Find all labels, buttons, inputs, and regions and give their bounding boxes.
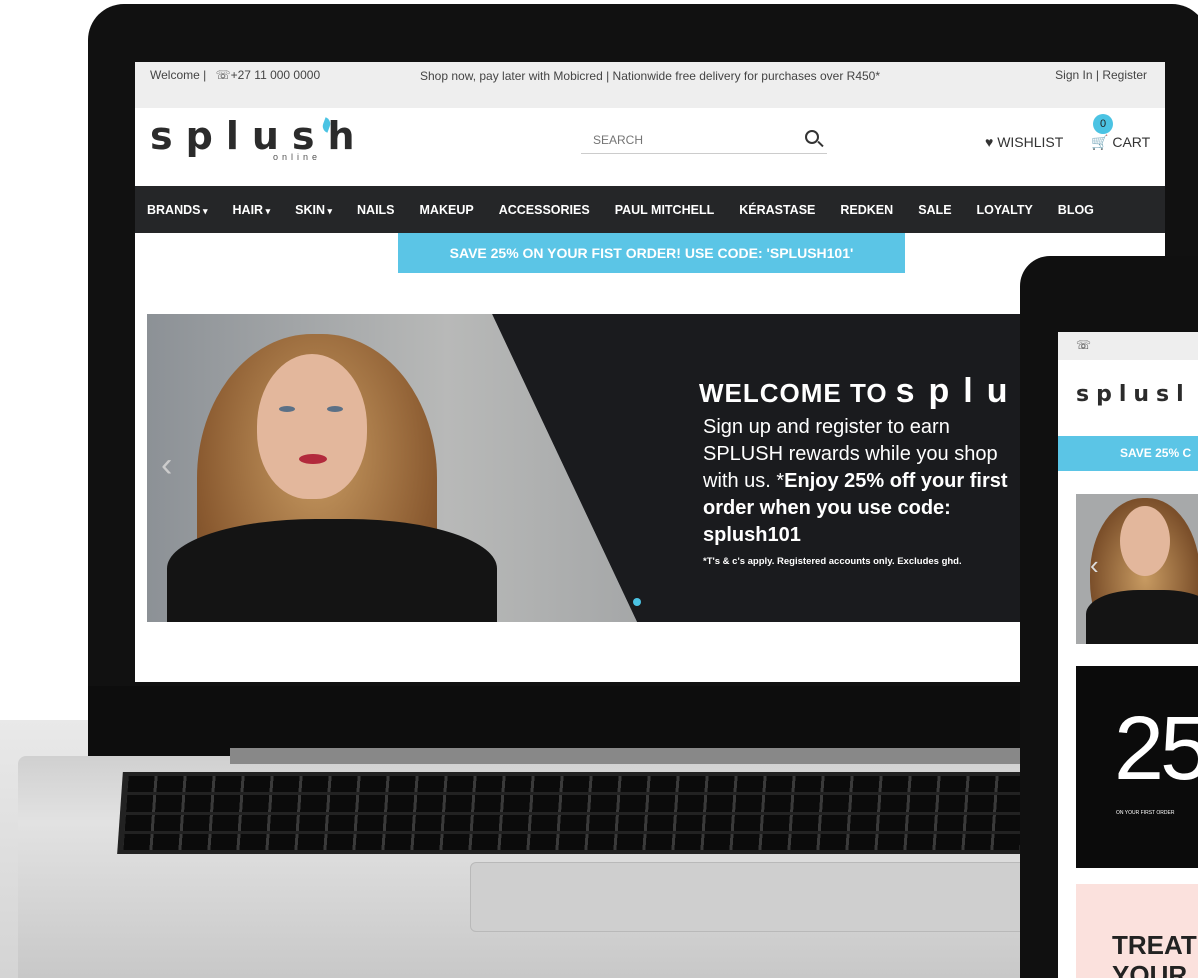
utility-bar: Welcome | ☏+27 11 000 0000 Shop now, pay… (135, 62, 1165, 108)
laptop-screen: Welcome | ☏+27 11 000 0000 Shop now, pay… (135, 62, 1165, 682)
nav-item-brands[interactable]: BRANDS (147, 203, 208, 217)
promo-banner[interactable]: SAVE 25% ON YOUR FIST ORDER! USE CODE: '… (398, 233, 905, 273)
tablet-screen: ☏ splusl SAVE 25% C ‹ 25 ON YOUR FIRST O… (1058, 332, 1198, 978)
phone-number[interactable]: ☏+27 11 000 0000 (216, 68, 321, 82)
topbar-left: Welcome | ☏+27 11 000 0000 (150, 68, 320, 82)
logo-subtitle: online (273, 152, 322, 162)
nav-item-redken[interactable]: REDKEN (840, 203, 893, 217)
tablet-carousel-prev-arrow[interactable]: ‹ (1090, 550, 1099, 581)
nav-list: BRANDS HAIR SKIN NAILS MAKEUP ACCESSORIE… (147, 186, 1119, 233)
nav-item-sale[interactable]: SALE (918, 203, 951, 217)
main-nav: BRANDS HAIR SKIN NAILS MAKEUP ACCESSORIE… (135, 186, 1165, 233)
hero-model-image (147, 314, 637, 622)
hero-title-brand: splu (895, 372, 1022, 410)
nav-item-makeup[interactable]: MAKEUP (420, 203, 474, 217)
search-box (581, 128, 827, 154)
treat-heading-line1: TREAT (1112, 930, 1197, 960)
nav-item-accessories[interactable]: ACCESSORIES (499, 203, 590, 217)
tablet-offer-tile[interactable]: 25 ON YOUR FIRST ORDER (1076, 666, 1198, 868)
sign-in-register-link[interactable]: Sign In | Register (1055, 68, 1147, 82)
treat-heading-line2: YOUR (1112, 960, 1188, 978)
cart-link[interactable]: 🛒 CART (1091, 134, 1150, 151)
hero-fine-print: *T's & c's apply. Registered accounts on… (703, 556, 962, 567)
nav-item-skin[interactable]: SKIN (295, 203, 332, 217)
tablet-utility-bar: ☏ (1058, 332, 1198, 360)
tablet-treat-tile[interactable]: TREAT YOUR (1076, 884, 1198, 978)
hero-description: Sign up and register to earn SPLUSH rewa… (703, 414, 1023, 549)
phone-icon[interactable]: ☏ (1076, 338, 1091, 352)
hero-title-prefix: WELCOME TO (699, 378, 888, 408)
wishlist-link[interactable]: ♥ WISHLIST (985, 134, 1063, 150)
topbar-message: Shop now, pay later with Mobicred | Nati… (419, 69, 881, 83)
cart-icon: 🛒 (1091, 134, 1109, 150)
search-icon[interactable] (805, 130, 819, 144)
treat-heading: TREAT YOUR (1112, 930, 1197, 978)
welcome-text: Welcome | (150, 68, 207, 82)
tablet-logo[interactable]: splusl (1076, 382, 1191, 407)
nav-item-hair[interactable]: HAIR (233, 203, 271, 217)
search-input[interactable] (581, 128, 791, 152)
site-header: splush online ♥ WISHLIST 0 🛒 CART (135, 108, 1165, 186)
nav-item-nails[interactable]: NAILS (357, 203, 395, 217)
tablet-promo-banner[interactable]: SAVE 25% C (1058, 436, 1198, 471)
laptop-trackpad (470, 862, 1030, 932)
carousel-dot-active[interactable] (633, 598, 641, 606)
cart-label: CART (1112, 134, 1151, 150)
cart-count-badge: 0 (1093, 114, 1113, 134)
hero-carousel: ‹ WELCOME TO splu Sign up and register to… (147, 314, 1165, 622)
site-logo[interactable]: splush (150, 114, 368, 158)
offer-caption: ON YOUR FIRST ORDER (1116, 810, 1175, 816)
carousel-prev-arrow[interactable]: ‹ (161, 448, 172, 482)
nav-item-kerastase[interactable]: KÉRASTASE (739, 203, 815, 217)
nav-item-paul-mitchell[interactable]: PAUL MITCHELL (615, 203, 715, 217)
nav-item-loyalty[interactable]: LOYALTY (977, 203, 1033, 217)
hero-title: WELCOME TO splu (699, 372, 1022, 411)
offer-percentage: 25 (1114, 699, 1198, 799)
nav-item-blog[interactable]: BLOG (1058, 203, 1094, 217)
